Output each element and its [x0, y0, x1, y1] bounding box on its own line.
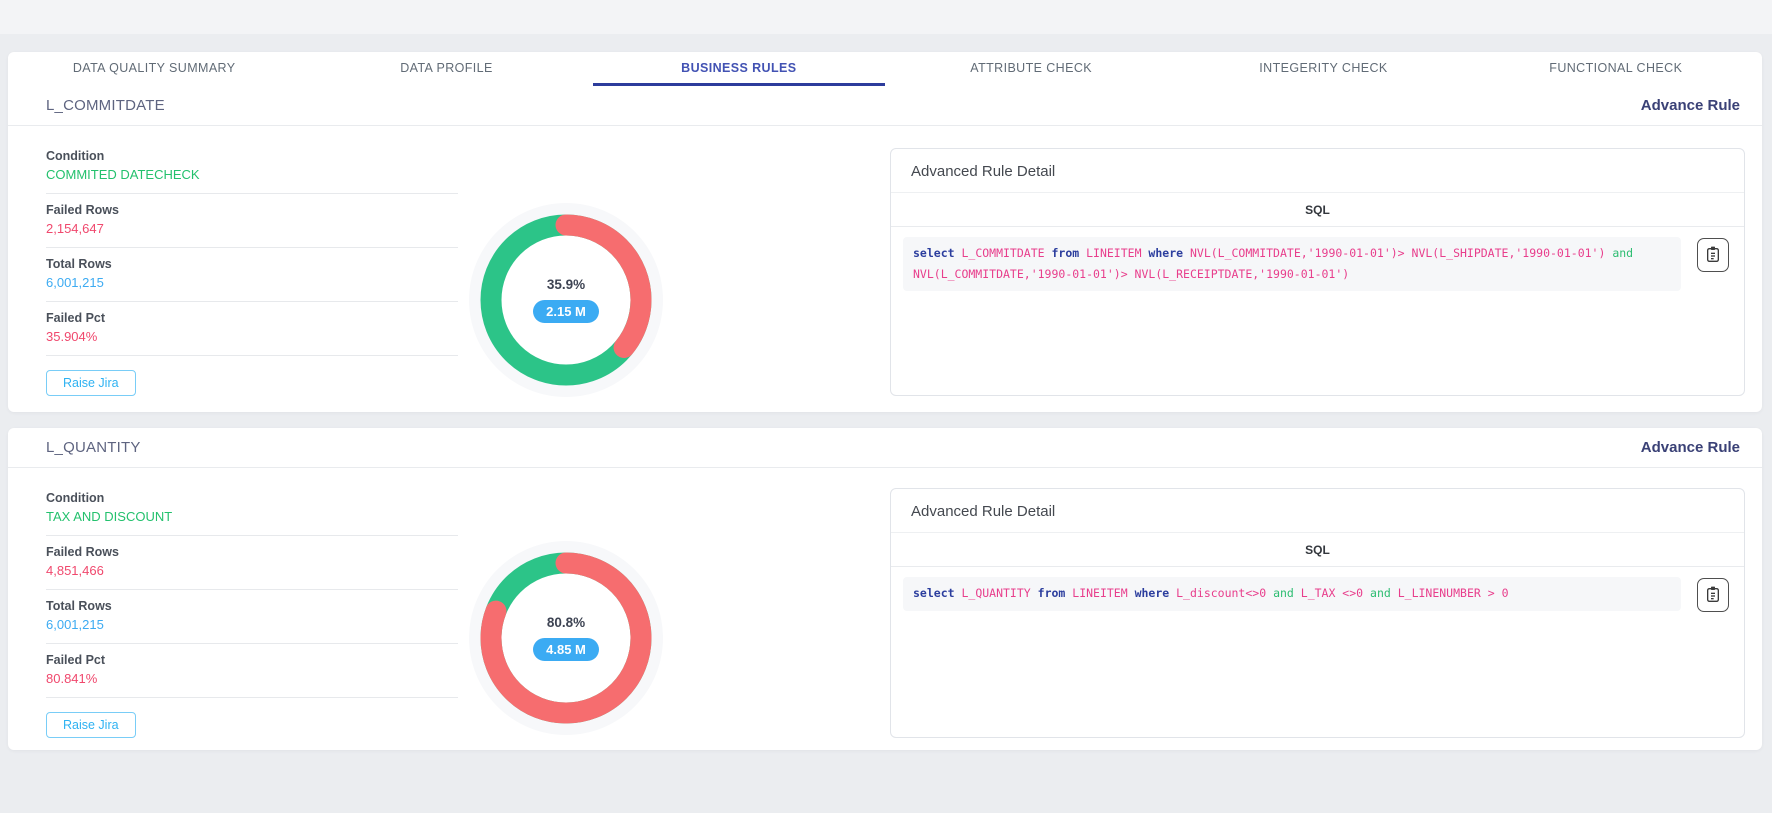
donut-center: 35.9% 2.15 M	[466, 200, 666, 400]
tab-attribute-check[interactable]: ATTRIBUTE CHECK	[885, 52, 1177, 86]
stat-value: 4,851,466	[46, 563, 458, 578]
copy-sql-button[interactable]	[1697, 578, 1729, 612]
advanced-rule-detail-panel: Advanced Rule Detail SQL select L_QUANTI…	[890, 488, 1745, 738]
panel-title: Advanced Rule Detail	[891, 489, 1744, 533]
tab-data-profile[interactable]: DATA PROFILE	[300, 52, 592, 86]
stat-label: Total Rows	[46, 257, 458, 271]
sql-code: select L_QUANTITY from LINEITEM where L_…	[903, 577, 1681, 611]
failed-rows-donut-chart: 35.9% 2.15 M	[466, 200, 666, 400]
sql-code: select L_COMMITDATE from LINEITEM where …	[903, 237, 1681, 291]
raise-jira-button[interactable]: Raise Jira	[46, 712, 136, 738]
sql-column-header: SQL	[891, 193, 1744, 227]
stat-failed-rows: Failed Rows 4,851,466	[46, 536, 458, 590]
card-body: Condition COMMITED DATECHECK Failed Rows…	[8, 126, 1762, 400]
tab-data-quality-summary[interactable]: DATA QUALITY SUMMARY	[8, 52, 300, 86]
card-header: L_COMMITDATE Advance Rule	[8, 86, 1762, 126]
tab-functional-check[interactable]: FUNCTIONAL CHECK	[1470, 52, 1762, 86]
stat-condition: Condition COMMITED DATECHECK	[46, 140, 458, 194]
stat-label: Condition	[46, 491, 458, 505]
failed-count-badge: 4.85 M	[533, 638, 599, 661]
panel-title: Advanced Rule Detail	[891, 149, 1744, 193]
stat-condition: Condition TAX AND DISCOUNT	[46, 482, 458, 536]
stat-value: 2,154,647	[46, 221, 458, 236]
business-rules-card-commitdate: DATA QUALITY SUMMARY DATA PROFILE BUSINE…	[8, 52, 1762, 412]
business-rules-card-quantity: L_QUANTITY Advance Rule Condition TAX AN…	[8, 428, 1762, 750]
stat-failed-rows: Failed Rows 2,154,647	[46, 194, 458, 248]
donut-percentage-label: 80.8%	[547, 615, 585, 630]
stat-value: COMMITED DATECHECK	[46, 167, 458, 182]
card-body: Condition TAX AND DISCOUNT Failed Rows 4…	[8, 468, 1762, 738]
donut-center: 80.8% 4.85 M	[466, 538, 666, 738]
stats-column: Condition COMMITED DATECHECK Failed Rows…	[8, 126, 458, 396]
tab-integerity-check[interactable]: INTEGERITY CHECK	[1177, 52, 1469, 86]
stat-label: Total Rows	[46, 599, 458, 613]
stat-label: Failed Pct	[46, 653, 458, 667]
stat-failed-pct: Failed Pct 80.841%	[46, 644, 458, 698]
stat-total-rows: Total Rows 6,001,215	[46, 590, 458, 644]
stats-column: Condition TAX AND DISCOUNT Failed Rows 4…	[8, 468, 458, 738]
raise-jira-button[interactable]: Raise Jira	[46, 370, 136, 396]
stat-value: 6,001,215	[46, 275, 458, 290]
failed-count-badge: 2.15 M	[533, 300, 599, 323]
copy-sql-button[interactable]	[1697, 238, 1729, 272]
failed-rows-donut-chart: 80.8% 4.85 M	[466, 538, 666, 738]
stat-value: 80.841%	[46, 671, 458, 686]
tab-business-rules[interactable]: BUSINESS RULES	[593, 52, 885, 86]
donut-percentage-label: 35.9%	[547, 277, 585, 292]
stat-value: TAX AND DISCOUNT	[46, 509, 458, 524]
column-title: L_QUANTITY	[46, 439, 141, 456]
stat-label: Failed Rows	[46, 545, 458, 559]
sql-code-row: select L_QUANTITY from LINEITEM where L_…	[891, 567, 1744, 612]
advance-rule-link[interactable]: Advance Rule	[1641, 97, 1740, 114]
stat-value: 6,001,215	[46, 617, 458, 632]
stat-label: Failed Pct	[46, 311, 458, 325]
advance-rule-link[interactable]: Advance Rule	[1641, 439, 1740, 456]
clipboard-icon	[1705, 245, 1721, 266]
card-header: L_QUANTITY Advance Rule	[8, 428, 1762, 468]
advanced-rule-detail-panel: Advanced Rule Detail SQL select L_COMMIT…	[890, 148, 1745, 396]
tab-bar: DATA QUALITY SUMMARY DATA PROFILE BUSINE…	[8, 52, 1762, 86]
column-title: L_COMMITDATE	[46, 97, 165, 114]
stat-failed-pct: Failed Pct 35.904%	[46, 302, 458, 356]
stat-total-rows: Total Rows 6,001,215	[46, 248, 458, 302]
top-margin-strip	[0, 0, 1772, 34]
sql-code-row: select L_COMMITDATE from LINEITEM where …	[891, 227, 1744, 291]
stat-label: Condition	[46, 149, 458, 163]
stat-value: 35.904%	[46, 329, 458, 344]
sql-column-header: SQL	[891, 533, 1744, 567]
clipboard-icon	[1705, 585, 1721, 606]
stat-label: Failed Rows	[46, 203, 458, 217]
